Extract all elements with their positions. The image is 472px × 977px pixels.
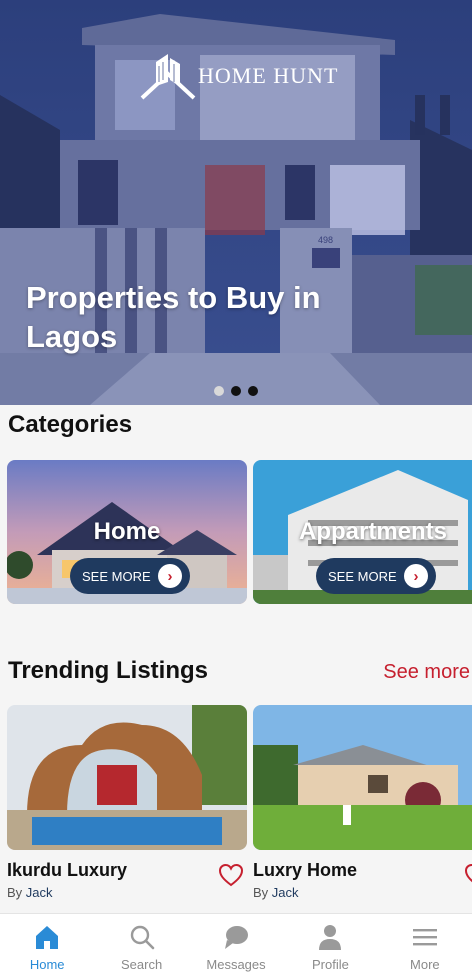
search-icon (130, 925, 154, 950)
carousel-dot-1[interactable] (214, 386, 224, 396)
chat-bubble-icon (225, 926, 249, 949)
house-number: 498 (318, 235, 333, 245)
brand-name: HOME HUNT (198, 63, 339, 88)
nav-item-search[interactable]: Search (94, 914, 188, 977)
brand-logo: HOME HUNT (140, 50, 338, 102)
nav-item-messages[interactable]: Messages (189, 914, 283, 977)
chevron-right-icon: › (158, 564, 182, 588)
category-home-label: Home (93, 518, 161, 545)
nav-label-home: Home (29, 957, 65, 972)
favorite-heart-icon[interactable] (218, 863, 244, 887)
listing-author[interactable]: Jack (26, 885, 53, 900)
favorite-heart-icon[interactable] (464, 863, 472, 887)
by-prefix: By (7, 885, 23, 900)
listing-title: Ikurdu Luxury (7, 860, 128, 880)
bottom-navigation: Home Search Messages Profile More (0, 913, 472, 977)
home-icon (36, 926, 59, 949)
carousel-indicator (214, 386, 258, 396)
see-more-label: SEE MORE (328, 568, 397, 584)
carousel-dot-3[interactable] (248, 386, 258, 396)
menu-icon (412, 929, 437, 946)
trending-listings-title: Trending Listings (8, 657, 209, 684)
listing-card-ikurdu-luxury[interactable]: Ikurdu Luxury By Jack (7, 705, 247, 900)
category-home-see-more-button[interactable]: SEE MORE › (70, 558, 190, 594)
nav-item-profile[interactable]: Profile (283, 914, 377, 977)
nav-label-profile: Profile (311, 957, 349, 972)
app-screen: 498 HOME HUNT Properties to Buy in Lagos (0, 0, 472, 977)
nav-label-more: More (410, 957, 440, 972)
category-appartments-see-more-button[interactable]: SEE MORE › (316, 558, 436, 594)
listing-author-line: By Jack (253, 885, 472, 900)
chevron-right-icon: › (404, 564, 428, 588)
hero-carousel[interactable]: 498 HOME HUNT Properties to Buy in Lagos (0, 0, 472, 405)
listing-image (7, 705, 247, 850)
category-appartments-label: Appartments (298, 518, 448, 545)
trending-see-more-link[interactable]: See more (383, 661, 470, 684)
nav-item-more[interactable]: More (378, 914, 472, 977)
nav-label-messages: Messages (206, 957, 266, 972)
person-icon (319, 925, 342, 950)
listing-author-line: By Jack (7, 885, 247, 900)
see-more-label: SEE MORE (82, 568, 151, 584)
nav-item-home[interactable]: Home (0, 914, 94, 977)
categories-title: Categories (8, 411, 133, 438)
home-hunt-logo-icon (140, 54, 196, 100)
by-prefix: By (253, 885, 269, 900)
category-card-appartments[interactable]: Appartments SEE MORE › (253, 460, 472, 604)
listing-card-luxry-home[interactable]: Luxry Home By Jack (253, 705, 472, 900)
category-card-home[interactable]: Home SEE MORE › (7, 460, 247, 604)
carousel-dot-2[interactable] (231, 386, 241, 396)
nav-label-search: Search (121, 957, 163, 972)
listing-title: Luxry Home (253, 860, 358, 880)
listing-author[interactable]: Jack (272, 885, 299, 900)
listing-image (253, 705, 472, 850)
hero-title: Properties to Buy in Lagos (26, 280, 321, 354)
